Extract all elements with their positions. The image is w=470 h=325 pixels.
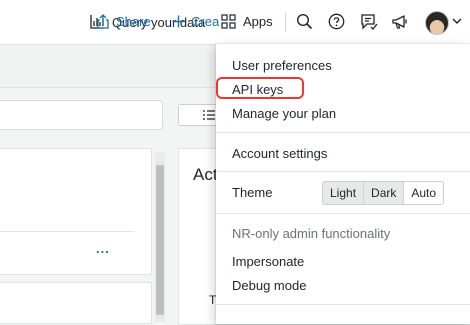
avatar[interactable] (425, 11, 449, 35)
card-title: Act (193, 165, 218, 184)
announcements-button[interactable] (391, 13, 409, 31)
apps-grid-icon (221, 14, 236, 29)
chevron-down-icon (452, 18, 462, 24)
scrollbar-thumb[interactable] (156, 165, 164, 315)
divider (285, 13, 286, 32)
search-icon (296, 13, 313, 30)
share-label: Share (116, 14, 151, 29)
feedback-icon (361, 14, 378, 30)
menu-item-debug-mode[interactable]: Debug mode (232, 278, 306, 293)
theme-toggle: Light Dark Auto (322, 181, 445, 205)
theme-option-dark[interactable]: Dark (363, 182, 403, 204)
filter-input[interactable] (0, 100, 163, 130)
more-options-button[interactable]: ... (96, 241, 110, 256)
menu-divider (216, 171, 470, 172)
theme-option-auto[interactable]: Auto (403, 182, 444, 204)
create-label: Crea (191, 14, 220, 29)
help-icon (328, 13, 345, 30)
create-button[interactable]: Crea (172, 14, 219, 29)
megaphone-icon (392, 15, 407, 29)
account-dropdown-menu: User preferences API keys Manage your pl… (216, 44, 470, 324)
highlight-box (216, 77, 304, 99)
menu-divider (216, 304, 470, 305)
theme-option-light[interactable]: Light (323, 182, 363, 204)
menu-divider (216, 213, 470, 214)
content-card (0, 282, 152, 324)
top-nav-bar: Query your data Apps (0, 0, 470, 45)
menu-item-user-preferences[interactable]: User preferences (232, 58, 332, 73)
help-button[interactable] (328, 13, 345, 30)
menu-item-impersonate[interactable]: Impersonate (232, 254, 304, 269)
theme-label: Theme (232, 185, 273, 200)
share-button[interactable]: Share (96, 14, 151, 29)
apps-button[interactable]: Apps (221, 14, 273, 29)
menu-item-manage-plan[interactable]: Manage your plan (232, 106, 336, 121)
menu-divider (216, 132, 470, 133)
divider (0, 231, 134, 232)
apps-label: Apps (243, 14, 273, 29)
menu-item-account-settings[interactable]: Account settings (232, 146, 327, 161)
search-button[interactable] (296, 13, 313, 30)
plus-icon (172, 15, 185, 28)
content-card: ... (0, 148, 152, 275)
admin-section-heading: NR-only admin functionality (232, 226, 391, 241)
feedback-button[interactable] (360, 13, 378, 31)
share-icon (97, 14, 109, 29)
account-menu-toggle[interactable] (452, 17, 462, 25)
list-icon (203, 110, 215, 120)
list-view-button[interactable] (178, 104, 220, 126)
